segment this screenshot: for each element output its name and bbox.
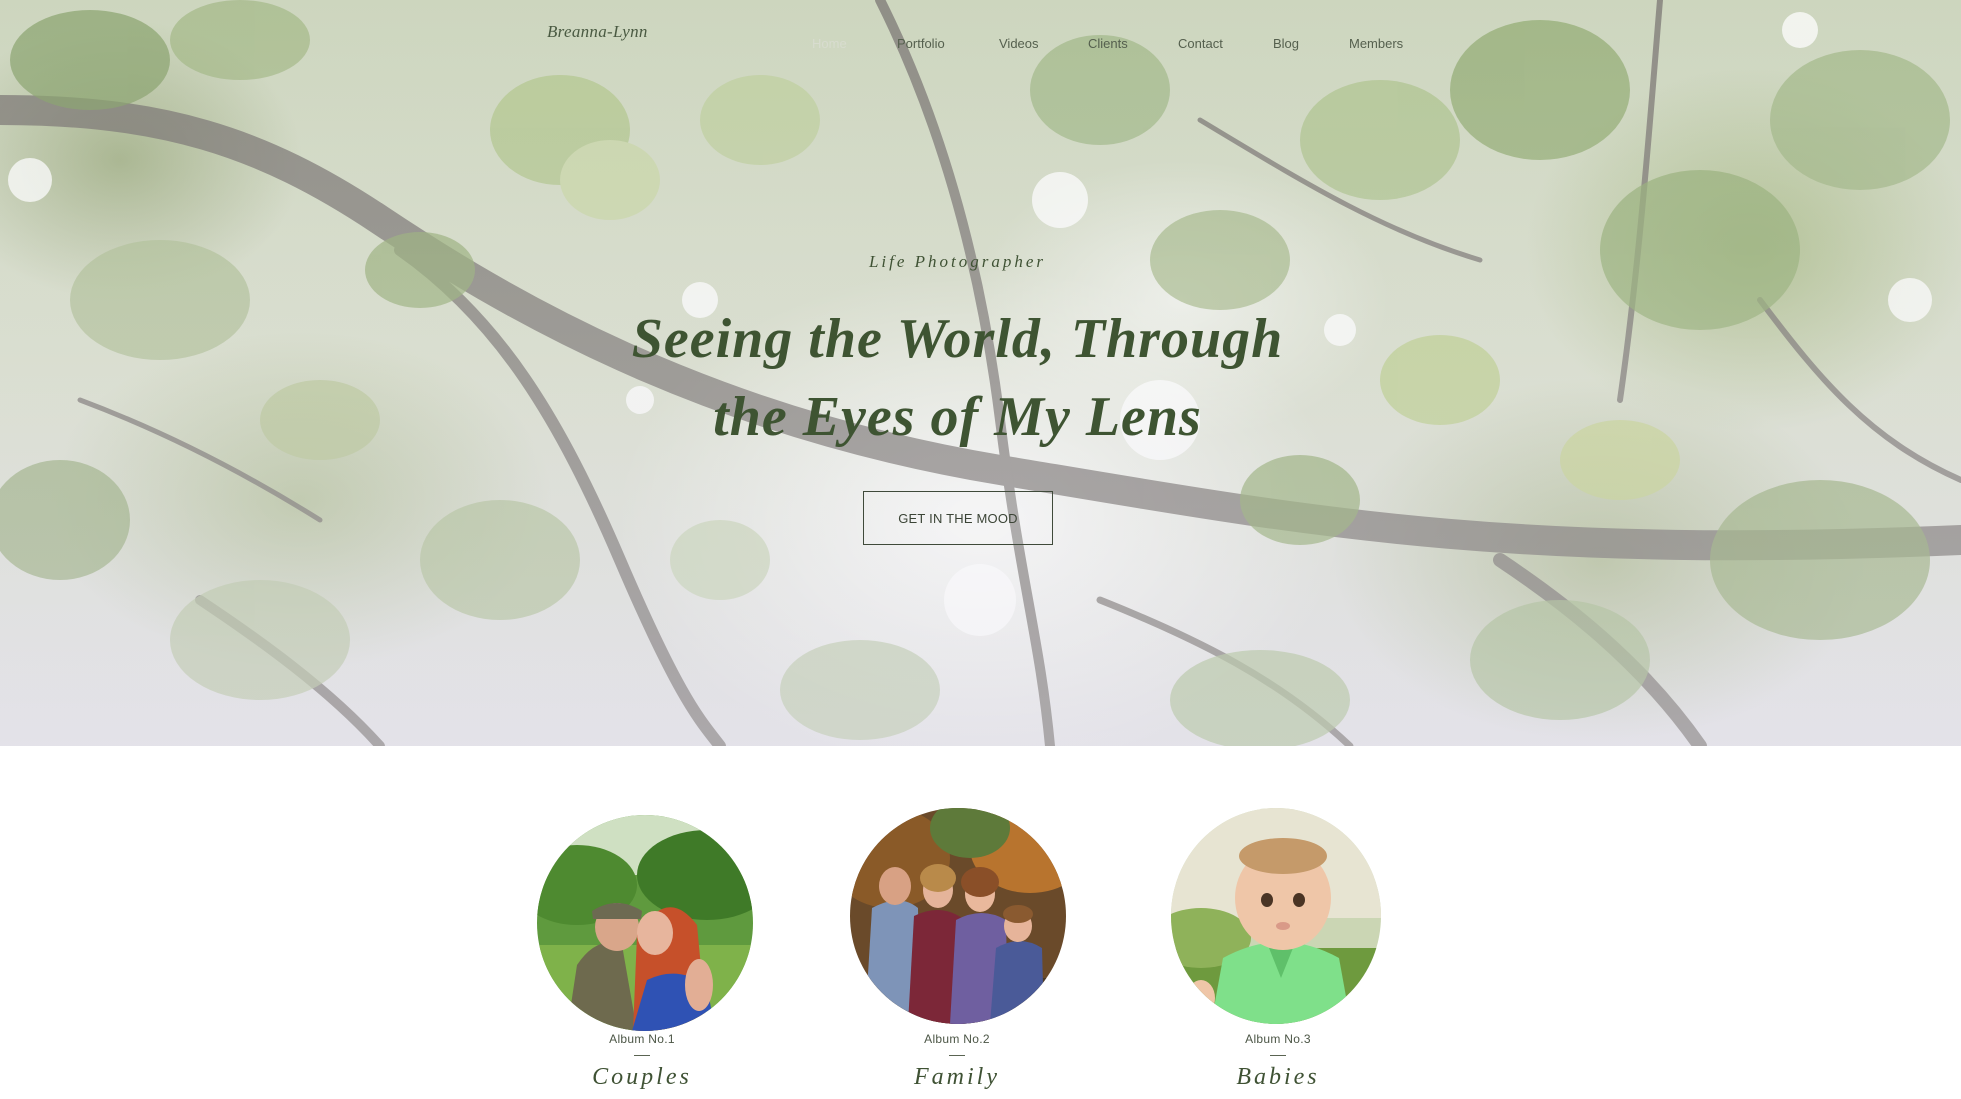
album-label-3: Album No.3: [1245, 1032, 1311, 1046]
nav-item-home[interactable]: Home: [812, 36, 847, 51]
album-title-couples[interactable]: Couples: [527, 1064, 757, 1091]
hero-section: Breanna-Lynn Home Portfolio Videos Clien…: [0, 0, 1961, 746]
nav-item-members[interactable]: Members: [1349, 36, 1403, 51]
site-logo[interactable]: Breanna-Lynn: [547, 22, 648, 42]
get-in-the-mood-button[interactable]: GET IN THE MOOD: [863, 491, 1053, 545]
couple-photo-image: [537, 815, 753, 1031]
nav-item-videos[interactable]: Videos: [999, 36, 1039, 51]
album-photo-couples[interactable]: [537, 815, 753, 1031]
album-divider: [634, 1055, 650, 1056]
nav-item-portfolio[interactable]: Portfolio: [897, 36, 945, 51]
hero-headline-line2: the Eyes of My Lens: [713, 386, 1202, 448]
baby-photo-image: [1171, 808, 1381, 1024]
album-divider: [1270, 1055, 1286, 1056]
album-label-2: Album No.2: [924, 1032, 990, 1046]
hero-subtitle: Life Photographer: [868, 252, 1047, 271]
album-title-babies[interactable]: Babies: [1163, 1064, 1393, 1091]
nav-item-blog[interactable]: Blog: [1273, 36, 1299, 51]
nav-item-contact[interactable]: Contact: [1178, 36, 1223, 51]
album-label-1: Album No.1: [609, 1032, 675, 1046]
hero-headline-line1: Seeing the World, Through: [631, 308, 1284, 370]
nav-item-clients[interactable]: Clients: [1088, 36, 1128, 51]
album-divider: [949, 1055, 965, 1056]
hero-headline: Seeing the World, Through the Eyes of My…: [0, 300, 1915, 456]
album-title-family[interactable]: Family: [842, 1064, 1072, 1091]
album-photo-babies[interactable]: [1171, 808, 1381, 1024]
album-photo-family[interactable]: [850, 808, 1066, 1024]
family-photo-image: [850, 808, 1066, 1024]
